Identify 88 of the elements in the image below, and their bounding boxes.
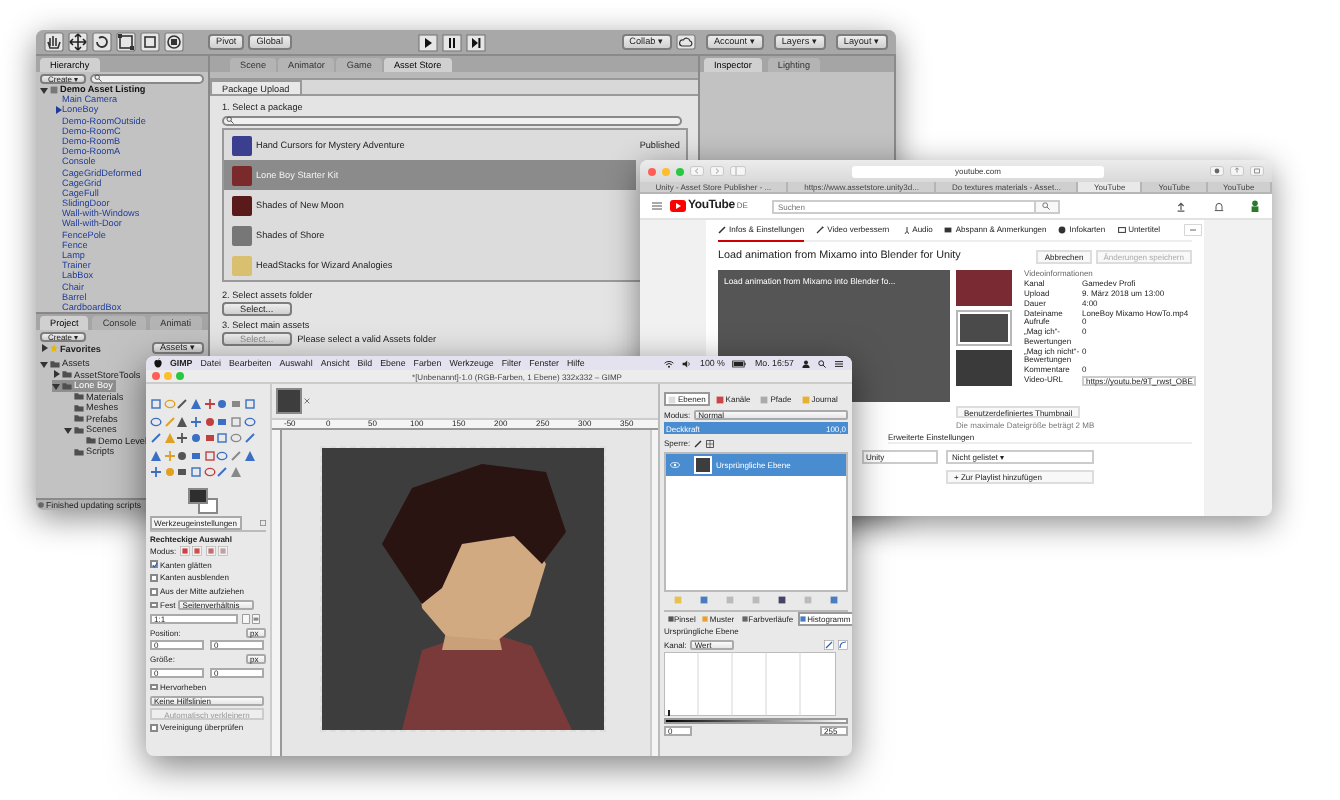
rotate-icon[interactable] xyxy=(92,32,112,52)
move-arrows-icon[interactable] xyxy=(68,32,88,52)
checkbox[interactable] xyxy=(150,683,157,691)
log-icon[interactable] xyxy=(838,639,848,649)
tab-icon xyxy=(800,615,807,622)
expand-arrow-icon[interactable] xyxy=(64,425,72,434)
tool-icon[interactable] xyxy=(203,398,216,411)
portrait-icon[interactable] xyxy=(241,613,249,624)
hand-icon[interactable] xyxy=(44,32,64,52)
collapsed-arrow-icon[interactable] xyxy=(54,105,62,114)
tab-icon xyxy=(901,225,910,233)
linear-icon[interactable] xyxy=(824,639,834,649)
rect-icon[interactable] xyxy=(140,32,160,52)
expand-arrow-icon[interactable] xyxy=(40,359,48,368)
info-icon xyxy=(38,502,44,508)
landscape-icon[interactable] xyxy=(252,613,260,624)
close-icon[interactable] xyxy=(304,398,310,404)
close-icon[interactable] xyxy=(152,372,160,380)
star-icon xyxy=(50,344,58,352)
eye-icon[interactable] xyxy=(670,461,680,468)
speaker-icon xyxy=(682,359,693,367)
expand-arrow-icon[interactable] xyxy=(52,381,60,390)
search-button[interactable] xyxy=(1035,199,1060,213)
tab-icon xyxy=(702,615,709,622)
wifi-icon xyxy=(664,359,675,367)
checkmark-icon xyxy=(152,562,158,569)
search-field[interactable] xyxy=(90,73,204,83)
layer-action-icon[interactable] xyxy=(778,596,787,605)
tab-icon xyxy=(816,225,825,233)
tool-icon[interactable] xyxy=(176,432,189,445)
image-tab[interactable] xyxy=(276,388,302,414)
panel-menu-icon[interactable] xyxy=(260,520,266,526)
tab-icon xyxy=(718,225,726,233)
pause-icon[interactable] xyxy=(441,33,462,51)
mode-icon[interactable] xyxy=(218,545,229,556)
settings-icon[interactable] xyxy=(1210,166,1224,176)
checkbox[interactable] xyxy=(150,574,157,582)
layer-action-icon[interactable] xyxy=(830,596,839,605)
search-icon xyxy=(94,74,103,82)
collapsed-arrow-icon[interactable] xyxy=(52,370,60,379)
mode-icon[interactable] xyxy=(205,545,216,556)
tab-icon xyxy=(667,615,673,622)
list-icon[interactable] xyxy=(834,359,844,367)
play-logo-icon xyxy=(670,200,686,212)
tab-icon xyxy=(944,225,953,233)
search-icon xyxy=(226,116,234,124)
step-icon[interactable] xyxy=(465,33,486,51)
play-icon[interactable] xyxy=(417,33,438,51)
thumbnail-image[interactable] xyxy=(956,270,1012,306)
search-icon[interactable] xyxy=(818,359,826,367)
close-icon[interactable] xyxy=(648,167,656,175)
tab-icon xyxy=(715,395,724,403)
tab-icon xyxy=(741,615,748,622)
battery-icon xyxy=(732,359,747,367)
avatar-icon[interactable] xyxy=(1250,200,1260,212)
tab-icon xyxy=(801,395,810,403)
tab-icon xyxy=(760,395,769,403)
checkbox[interactable] xyxy=(150,588,157,596)
expand-arrow-icon[interactable] xyxy=(40,85,48,94)
collapsed-arrow-icon[interactable] xyxy=(40,344,48,352)
tab-icon xyxy=(1058,225,1067,233)
menu-icon[interactable] xyxy=(652,202,662,210)
tab-icon xyxy=(668,395,676,403)
brush-lock-icon[interactable] xyxy=(694,439,703,448)
upload-icon[interactable] xyxy=(1176,201,1186,211)
more-icon[interactable] xyxy=(1184,224,1203,236)
grid-lock-icon[interactable] xyxy=(706,439,715,448)
tool-icon[interactable] xyxy=(190,415,203,428)
layer-action-icon[interactable] xyxy=(699,596,708,605)
cloud-icon[interactable] xyxy=(675,34,696,50)
checkbox[interactable] xyxy=(150,601,157,609)
thumbnail-image[interactable] xyxy=(956,350,1012,386)
scene-icon xyxy=(50,85,58,94)
user-icon[interactable] xyxy=(802,359,810,367)
tool-icon[interactable] xyxy=(150,466,162,479)
bell-icon[interactable] xyxy=(1214,201,1224,211)
scale-icon[interactable] xyxy=(116,32,136,52)
transform-icon[interactable] xyxy=(164,32,184,52)
apple-icon[interactable] xyxy=(154,358,162,368)
mode-icon[interactable] xyxy=(192,545,203,556)
tabs-icon[interactable] xyxy=(1250,166,1264,176)
checkbox[interactable] xyxy=(150,560,157,568)
foreground-color-swatch[interactable] xyxy=(188,487,208,503)
mode-icon[interactable] xyxy=(179,545,190,556)
thumbnail-image[interactable] xyxy=(956,310,1012,346)
tab-icon xyxy=(1117,225,1126,233)
checkbox[interactable] xyxy=(150,724,157,731)
search-field[interactable] xyxy=(222,115,682,125)
